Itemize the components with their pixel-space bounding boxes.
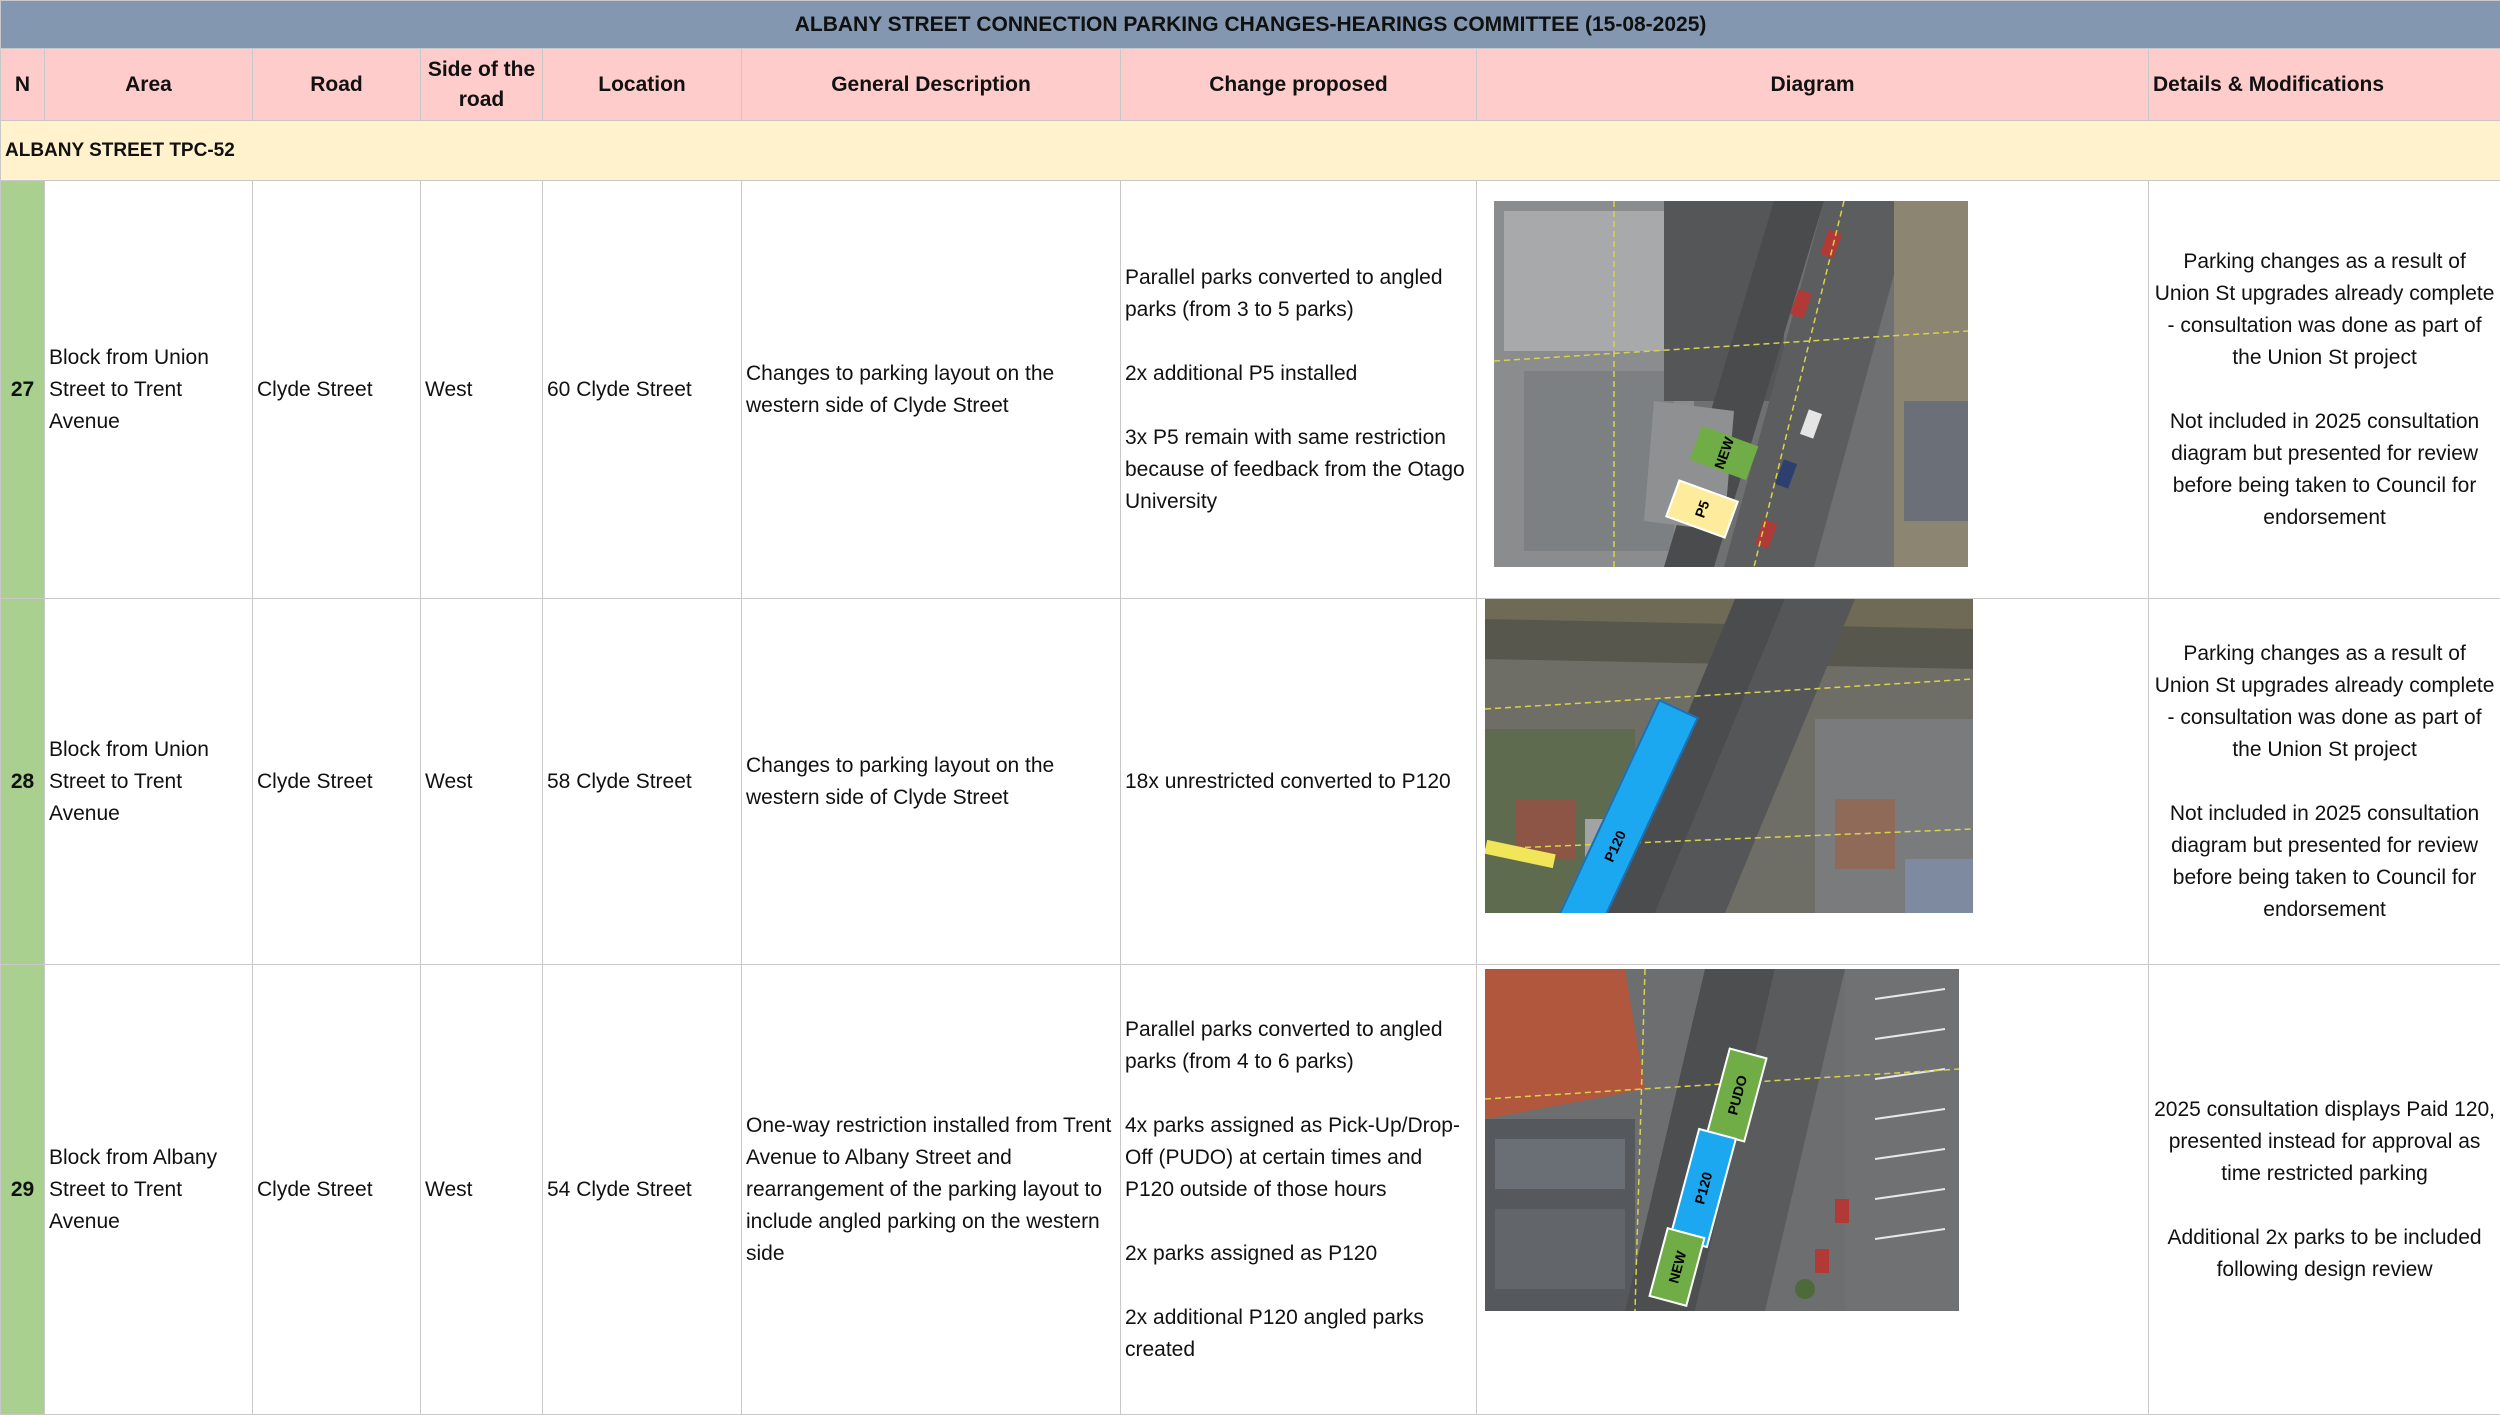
marker-p120-label: P120 bbox=[1593, 824, 1636, 867]
general-description-cell[interactable]: Changes to parking layout on the western… bbox=[742, 599, 1121, 965]
change-item: Parallel parks converted to angled parks… bbox=[1125, 262, 1472, 326]
aerial-photo: P120 bbox=[1485, 599, 1973, 913]
header-row: N Area Road Side of the road Location Ge… bbox=[1, 49, 2500, 121]
header-change-proposed[interactable]: Change proposed bbox=[1121, 49, 1477, 121]
details-cell[interactable]: Parking changes as a result of Union St … bbox=[2149, 181, 2500, 599]
details-item: Not included in 2025 consultation diagra… bbox=[2153, 798, 2496, 926]
table-row: 28 Block from Union Street to Trent Aven… bbox=[1, 599, 2500, 965]
change-item: 2x additional P5 installed bbox=[1125, 358, 1472, 390]
change-proposed-cell[interactable]: Parallel parks converted to angled parks… bbox=[1121, 181, 1477, 599]
change-item: 18x unrestricted converted to P120 bbox=[1125, 766, 1472, 798]
marker-pudo-label: PUDO bbox=[1716, 1071, 1757, 1118]
diagram-cell[interactable]: P120 bbox=[1477, 599, 2149, 965]
general-description-cell[interactable]: Changes to parking layout on the western… bbox=[742, 181, 1121, 599]
details-cell[interactable]: 2025 consultation displays Paid 120, pre… bbox=[2149, 965, 2500, 1415]
side-cell[interactable]: West bbox=[421, 965, 543, 1415]
aerial-photo-svg bbox=[1485, 599, 1973, 913]
table-row: 27 Block from Union Street to Trent Aven… bbox=[1, 181, 2500, 599]
change-item: Parallel parks converted to angled parks… bbox=[1125, 1014, 1472, 1078]
diagram-cell[interactable]: NEW P5 bbox=[1477, 181, 2149, 599]
side-cell[interactable]: West bbox=[421, 181, 543, 599]
header-details[interactable]: Details & Modifications bbox=[2149, 49, 2500, 121]
header-general-description[interactable]: General Description bbox=[742, 49, 1121, 121]
road-cell[interactable]: Clyde Street bbox=[253, 965, 421, 1415]
details-item: 2025 consultation displays Paid 120, pre… bbox=[2153, 1094, 2496, 1190]
header-area[interactable]: Area bbox=[45, 49, 253, 121]
header-diagram[interactable]: Diagram bbox=[1477, 49, 2149, 121]
change-proposed-cell[interactable]: 18x unrestricted converted to P120 bbox=[1121, 599, 1477, 965]
aerial-photo: PUDO P120 NEW bbox=[1485, 969, 1959, 1311]
change-item: 2x additional P120 angled parks created bbox=[1125, 1302, 1472, 1366]
area-cell[interactable]: Block from Union Street to Trent Avenue bbox=[45, 181, 253, 599]
section-row: ALBANY STREET TPC-52 bbox=[1, 121, 2500, 181]
side-cell[interactable]: West bbox=[421, 599, 543, 965]
area-cell[interactable]: Block from Union Street to Trent Avenue bbox=[45, 599, 253, 965]
details-item: Not included in 2025 consultation diagra… bbox=[2153, 406, 2496, 534]
location-cell[interactable]: 58 Clyde Street bbox=[543, 599, 742, 965]
header-road[interactable]: Road bbox=[253, 49, 421, 121]
road-cell[interactable]: Clyde Street bbox=[253, 181, 421, 599]
title-row: ALBANY STREET CONNECTION PARKING CHANGES… bbox=[1, 1, 2500, 49]
details-item: Parking changes as a result of Union St … bbox=[2153, 246, 2496, 374]
details-item: Parking changes as a result of Union St … bbox=[2153, 638, 2496, 766]
header-n[interactable]: N bbox=[1, 49, 45, 121]
change-item: 2x parks assigned as P120 bbox=[1125, 1238, 1472, 1270]
sheet-title: ALBANY STREET CONNECTION PARKING CHANGES… bbox=[1, 1, 2500, 49]
details-item: Additional 2x parks to be included follo… bbox=[2153, 1222, 2496, 1286]
parking-changes-table: ALBANY STREET CONNECTION PARKING CHANGES… bbox=[0, 0, 2500, 1415]
details-cell[interactable]: Parking changes as a result of Union St … bbox=[2149, 599, 2500, 965]
area-cell[interactable]: Block from Albany Street to Trent Avenue bbox=[45, 965, 253, 1415]
road-cell[interactable]: Clyde Street bbox=[253, 599, 421, 965]
header-location[interactable]: Location bbox=[543, 49, 742, 121]
location-cell[interactable]: 60 Clyde Street bbox=[543, 181, 742, 599]
change-item: 3x P5 remain with same restriction becau… bbox=[1125, 422, 1472, 518]
row-number[interactable]: 28 bbox=[1, 599, 45, 965]
general-description-cell[interactable]: One-way restriction installed from Trent… bbox=[742, 965, 1121, 1415]
row-number[interactable]: 29 bbox=[1, 965, 45, 1415]
change-item: 4x parks assigned as Pick-Up/Drop-Off (P… bbox=[1125, 1110, 1472, 1206]
marker-p5-label: P5 bbox=[1684, 495, 1720, 522]
diagram-cell[interactable]: PUDO P120 NEW bbox=[1477, 965, 2149, 1415]
header-side[interactable]: Side of the road bbox=[421, 49, 543, 121]
marker-new-label: NEW bbox=[1657, 1247, 1696, 1287]
location-cell[interactable]: 54 Clyde Street bbox=[543, 965, 742, 1415]
row-number[interactable]: 27 bbox=[1, 181, 45, 599]
change-proposed-cell[interactable]: Parallel parks converted to angled parks… bbox=[1121, 965, 1477, 1415]
marker-p120-label: P120 bbox=[1683, 1168, 1722, 1208]
section-title[interactable]: ALBANY STREET TPC-52 bbox=[1, 121, 2500, 181]
aerial-photo: NEW P5 bbox=[1494, 201, 1968, 567]
table-row: 29 Block from Albany Street to Trent Ave… bbox=[1, 965, 2500, 1415]
